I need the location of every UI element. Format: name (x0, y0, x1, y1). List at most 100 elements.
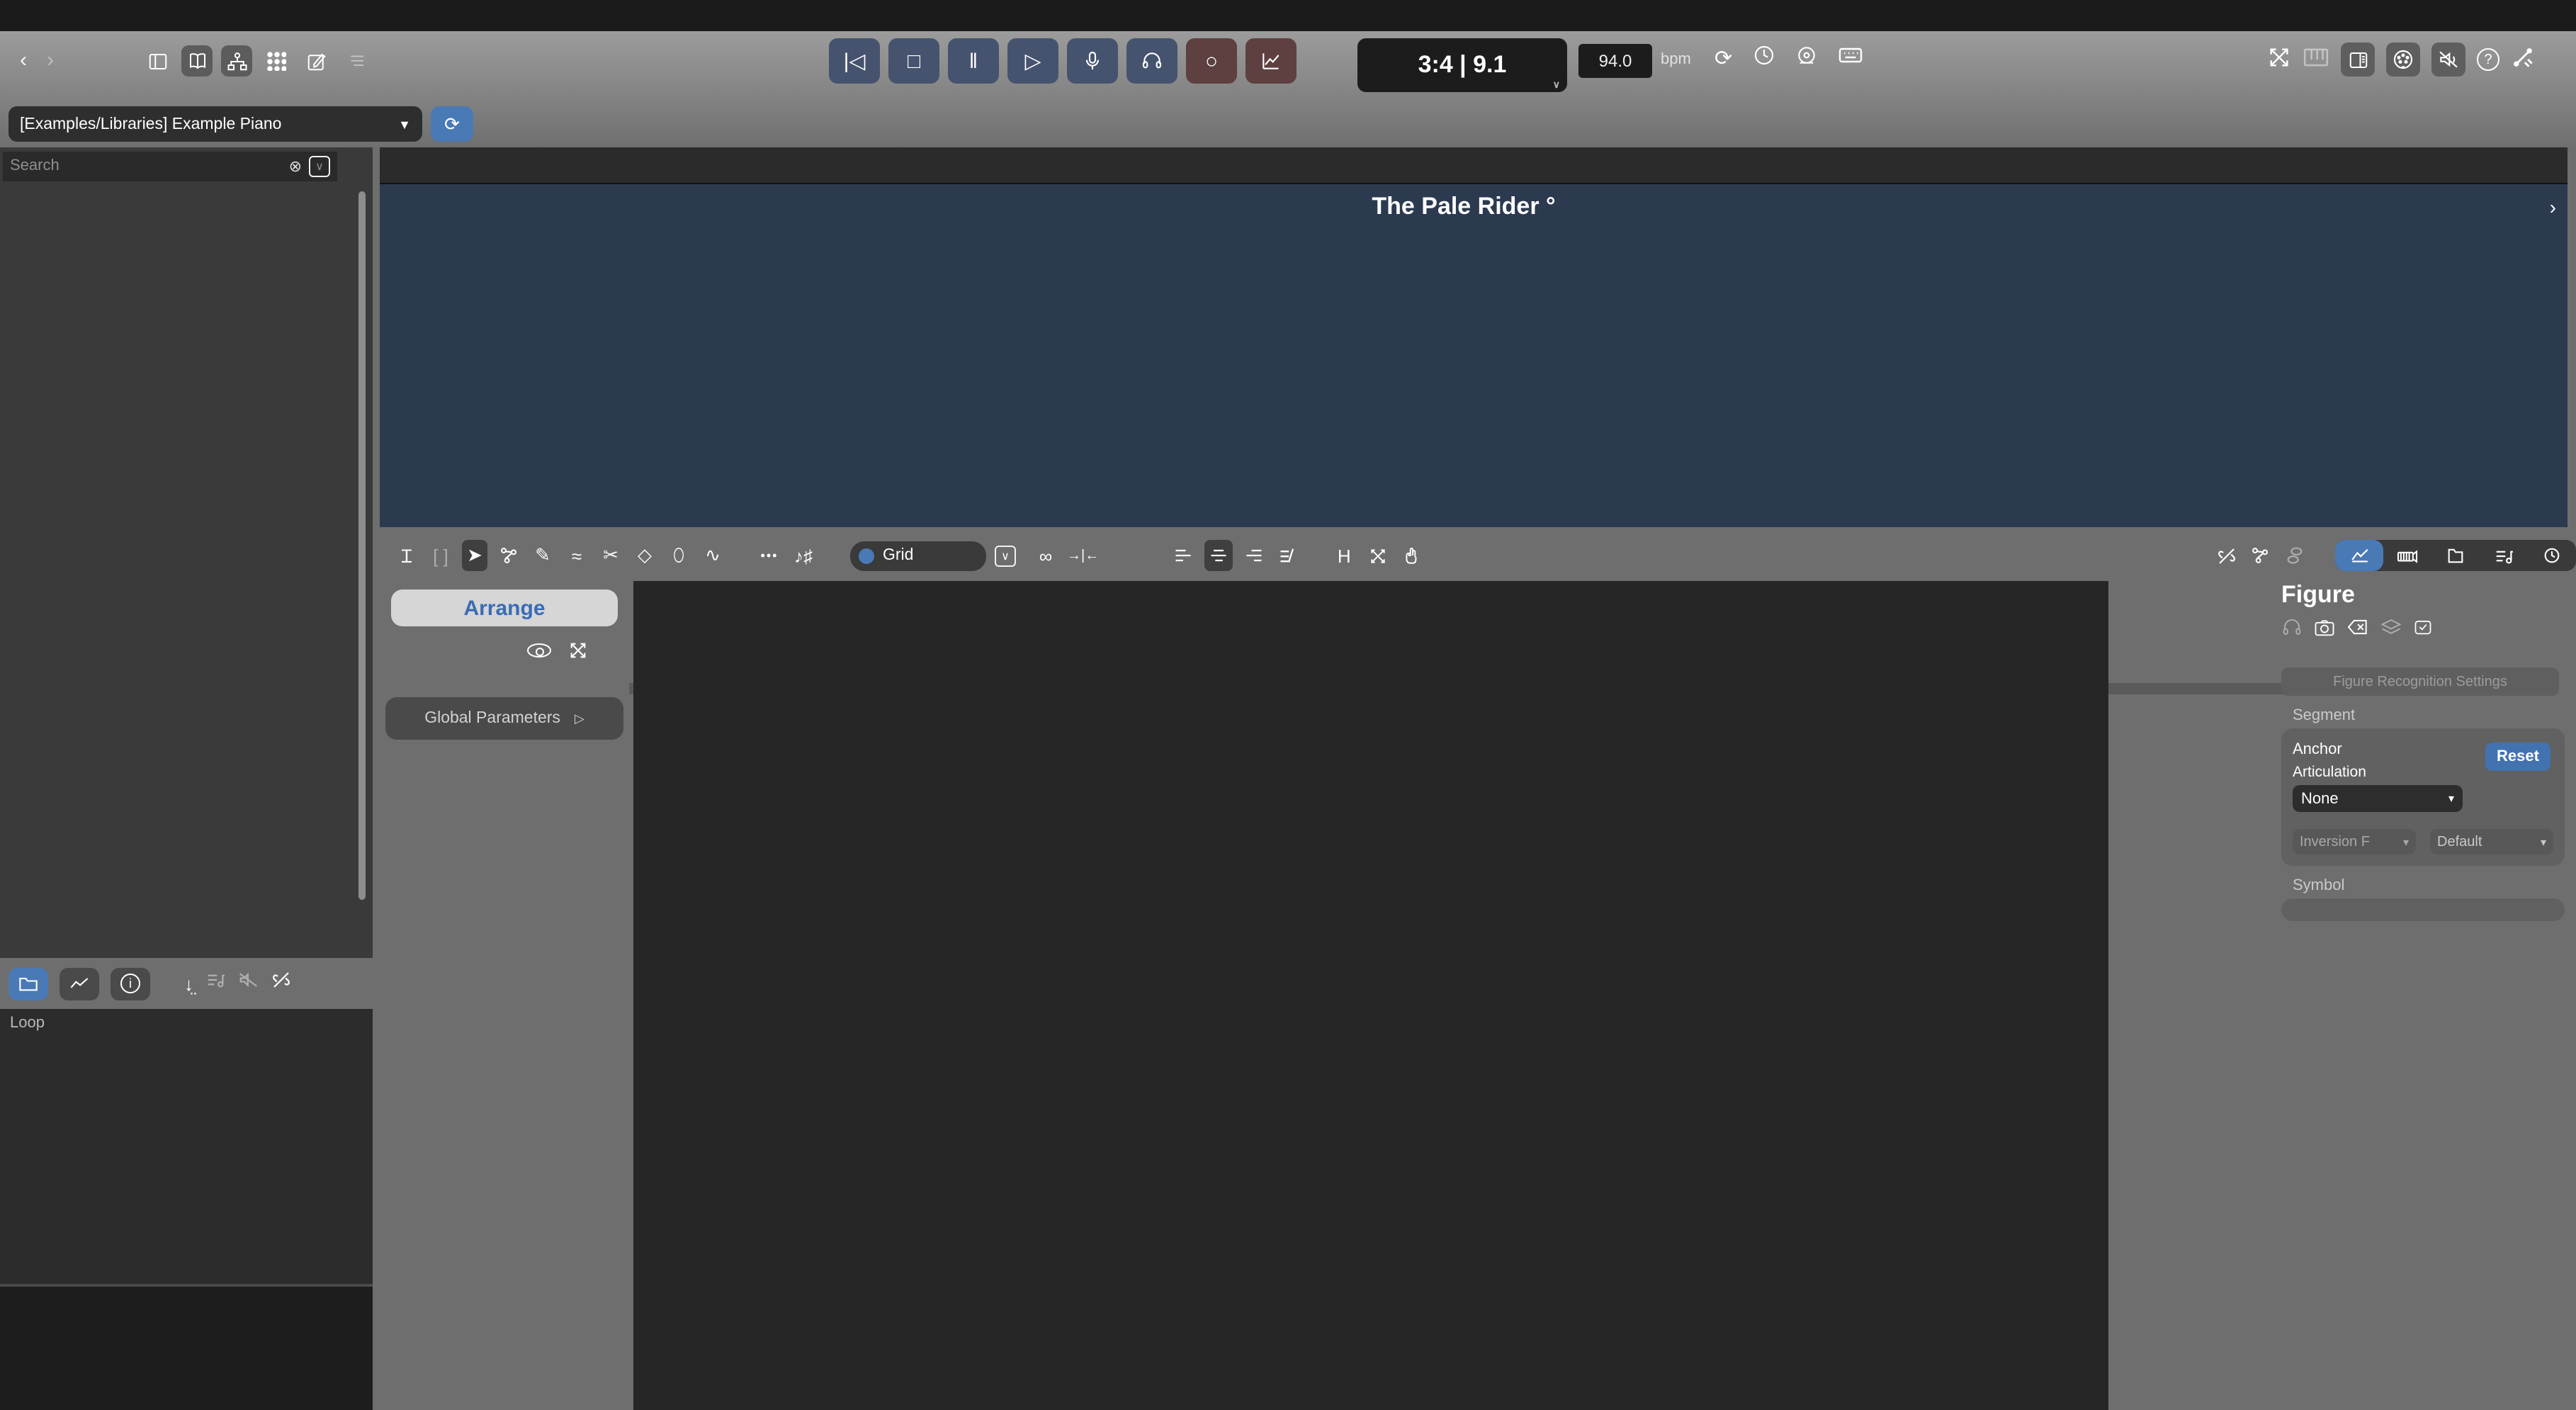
note-list-icon[interactable] (205, 971, 226, 996)
snapshot-camera-icon[interactable] (2314, 618, 2335, 636)
nav-back-icon[interactable]: ‹ (20, 48, 27, 72)
multi-draw-tool-icon[interactable]: ≈ (564, 540, 589, 571)
record-button[interactable]: ○ (1186, 38, 1237, 84)
document-selector[interactable]: [Examples/Libraries] Example Piano▼ (9, 106, 422, 142)
view-time-button[interactable] (2528, 540, 2576, 571)
inspector-panel-icon[interactable] (2341, 43, 2375, 77)
scissors-tool-icon[interactable]: ✂ (598, 540, 623, 571)
accidental-tool-icon[interactable]: ♪♯ (791, 540, 816, 571)
h-zoom-icon[interactable]: H (1331, 540, 1357, 571)
import-icon[interactable]: ↓̤ (184, 973, 193, 994)
clear-search-icon[interactable]: ⊗ (289, 157, 302, 175)
midi-icon[interactable] (2386, 43, 2420, 77)
confirm-check-icon[interactable] (2413, 618, 2433, 636)
segment-card: Reset Anchor Articulation None▾ Inversio… (2281, 728, 2565, 866)
unlink-icon[interactable] (270, 971, 291, 996)
infinity-division[interactable]: ∞ (1033, 540, 1058, 571)
grid-view-icon[interactable] (261, 45, 292, 77)
play-button[interactable]: ▷ (1007, 38, 1058, 84)
phrase-toolbar: i ↓̤ (0, 958, 373, 1009)
align-mid-icon[interactable] (1204, 540, 1232, 571)
list-view-icon[interactable] (340, 45, 371, 77)
pause-button[interactable]: ‖ (948, 38, 999, 84)
default-dropdown[interactable]: Default▾ (2430, 829, 2553, 855)
monitor-chart-button[interactable] (1245, 38, 1297, 84)
sync-button[interactable]: ⟳ (431, 106, 473, 142)
align-right-icon[interactable] (1241, 540, 1266, 571)
editor-share-icon[interactable] (2247, 540, 2273, 571)
prelisten-headphones-icon[interactable] (2281, 618, 2303, 636)
nav-forward-icon[interactable]: › (47, 48, 54, 72)
grid-toggle[interactable]: ∨ (995, 545, 1016, 566)
fit-zoom-icon[interactable] (1365, 540, 1391, 571)
bpm-field[interactable]: 94.0 (1578, 44, 1652, 78)
arrangement-ruler[interactable] (380, 147, 2567, 184)
mute-icon[interactable] (2431, 43, 2465, 77)
info-button[interactable]: i (111, 967, 150, 1000)
reset-button[interactable]: Reset (2485, 743, 2550, 771)
mic-button[interactable] (1067, 38, 1118, 84)
settings-tools-icon[interactable] (2511, 45, 2535, 74)
edit-pencil-icon[interactable] (300, 45, 332, 77)
metronome-icon[interactable] (1795, 44, 1817, 72)
inversion-dropdown[interactable]: Inversion F▾ (2293, 829, 2416, 855)
phrase-editor[interactable] (633, 581, 2108, 1410)
search-filter-toggle[interactable]: ∨ (309, 155, 330, 176)
ibeam-tool-icon[interactable]: Ɪ (394, 540, 419, 571)
align-left-icon[interactable] (1170, 540, 1195, 571)
view-files-button[interactable] (2431, 540, 2480, 571)
loops-icon[interactable] (2281, 540, 2307, 571)
grid-dropdown[interactable]: Grid (850, 541, 986, 570)
library-book-icon[interactable] (181, 45, 213, 77)
search-row: Search ⊗ ∨ (0, 147, 373, 184)
snap-icon[interactable]: →|← (1067, 540, 1099, 571)
editor-unlink-icon[interactable] (2213, 540, 2239, 571)
eraser-tool-icon[interactable]: ◇ (632, 540, 657, 571)
visibility-eye-icon[interactable] (527, 643, 551, 658)
inspector-title: Figure (2281, 581, 2576, 609)
fullscreen-icon[interactable] (2267, 45, 2291, 74)
structure-hierarchy-icon[interactable] (221, 45, 252, 77)
rewind-button[interactable]: |◁ (829, 38, 880, 84)
piano-keyboard-icon[interactable] (2303, 46, 2329, 73)
pencil-tool-icon[interactable]: ✎ (530, 540, 555, 571)
tree-scrollbar[interactable] (358, 191, 366, 900)
stop-button[interactable]: □ (888, 38, 939, 84)
view-instrument-button[interactable] (2383, 540, 2431, 571)
headphones-button[interactable] (1126, 38, 1177, 84)
mute-phrase-icon[interactable] (237, 971, 259, 996)
loop-icon[interactable]: ⟳ (1714, 45, 1732, 71)
figure-recognition-button[interactable]: Figure Recognition Settings (2281, 667, 2559, 696)
connect-tool-icon[interactable] (496, 540, 521, 571)
layers-icon[interactable] (2380, 618, 2402, 636)
articulation-dropdown[interactable]: None▾ (2293, 785, 2463, 812)
arrange-button[interactable]: Arrange (391, 590, 618, 626)
lasso-tool-icon[interactable]: ⬯ (666, 540, 691, 571)
library-tree (0, 186, 373, 958)
view-notes-button[interactable] (2480, 540, 2528, 571)
arrangement-canvas[interactable]: The Pale Rider ° › (380, 184, 2567, 527)
pointer-tool-icon[interactable]: ➤ (462, 540, 487, 571)
anchor-label: Anchor (2293, 741, 2342, 758)
clear-backspace-icon[interactable] (2346, 618, 2369, 636)
time-display[interactable]: 3:4 | 9.1∨ (1357, 38, 1567, 92)
curve-view-button[interactable] (60, 967, 99, 1000)
phrase-preview (0, 1284, 373, 1410)
range-tool-icon[interactable]: [ ] (428, 540, 453, 571)
typing-keyboard-icon[interactable] (1837, 45, 1863, 71)
curve-tool-icon[interactable]: ∿ (700, 540, 725, 571)
expand-right-icon[interactable]: › (2550, 196, 2556, 218)
loop-panel-title: Loop (0, 1009, 373, 1034)
dots-tool-icon[interactable]: ••• (757, 540, 782, 571)
clock-icon[interactable] (1752, 44, 1775, 72)
folder-view-button[interactable] (9, 967, 48, 1000)
view-curve-button[interactable] (2335, 540, 2383, 571)
search-input[interactable]: Search ⊗ ∨ (3, 151, 337, 181)
menu-bar (0, 0, 2576, 31)
help-icon[interactable]: ? (2477, 48, 2499, 71)
hand-tool-icon[interactable] (1399, 540, 1425, 571)
global-parameters-bar[interactable]: Global Parameters▷ (385, 697, 623, 740)
expand-tracks-icon[interactable] (568, 641, 588, 660)
legato-icon[interactable] (1275, 540, 1300, 571)
sidebar-view-icon[interactable] (142, 45, 173, 77)
